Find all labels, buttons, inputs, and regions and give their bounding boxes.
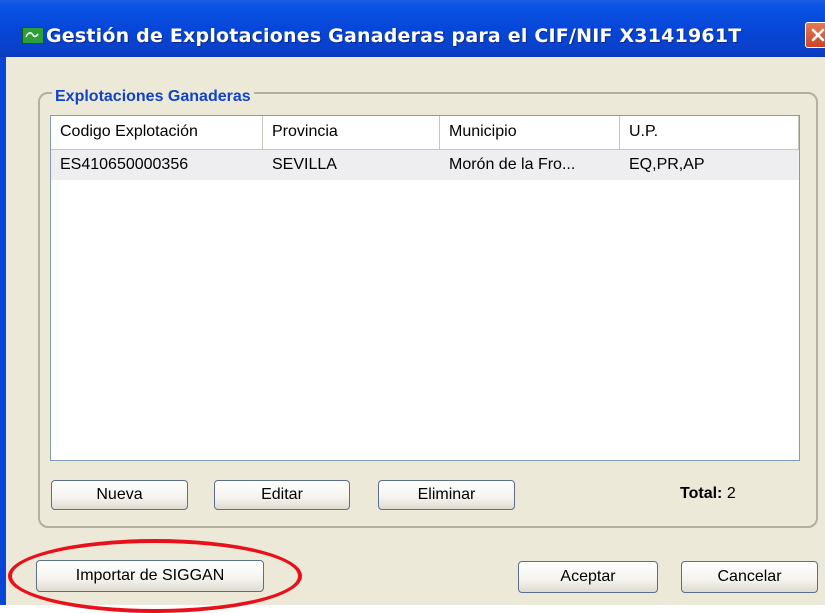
explotaciones-table[interactable]: Codigo Explotación Provincia Municipio U… xyxy=(50,115,800,461)
total-label: Total: xyxy=(680,485,723,502)
app-icon xyxy=(22,27,44,44)
column-header-up[interactable]: U.P. xyxy=(620,116,799,149)
cell-codigo: ES410650000356 xyxy=(60,156,189,173)
cell-provincia: SEVILLA xyxy=(272,156,337,173)
group-legend: Explotaciones Ganaderas xyxy=(52,88,254,106)
cell-up: EQ,PR,AP xyxy=(629,156,705,173)
close-icon xyxy=(811,28,825,42)
cell-municipio: Morón de la Fro... xyxy=(449,156,576,173)
import-siggan-button[interactable]: Importar de SIGGAN xyxy=(36,560,264,592)
edit-button[interactable]: Editar xyxy=(214,480,350,510)
column-header-provincia[interactable]: Provincia xyxy=(263,116,440,149)
dialog-window: Gestión de Explotaciones Ganaderas para … xyxy=(0,0,825,613)
column-header-codigo[interactable]: Codigo Explotación xyxy=(51,116,263,149)
window-title: Gestión de Explotaciones Ganaderas para … xyxy=(46,25,742,47)
title-bar[interactable]: Gestión de Explotaciones Ganaderas para … xyxy=(0,0,825,57)
column-header-municipio[interactable]: Municipio xyxy=(440,116,620,149)
total-count: Total: 2 xyxy=(680,485,736,503)
close-button[interactable] xyxy=(805,22,825,48)
delete-button[interactable]: Eliminar xyxy=(378,480,515,510)
table-row[interactable]: ES410650000356 SEVILLA Morón de la Fro..… xyxy=(51,150,799,180)
cancel-button[interactable]: Cancelar xyxy=(681,561,818,593)
total-value: 2 xyxy=(726,485,736,502)
accept-button[interactable]: Aceptar xyxy=(518,561,658,593)
new-button[interactable]: Nueva xyxy=(51,480,188,510)
table-header: Codigo Explotación Provincia Municipio U… xyxy=(51,116,799,150)
